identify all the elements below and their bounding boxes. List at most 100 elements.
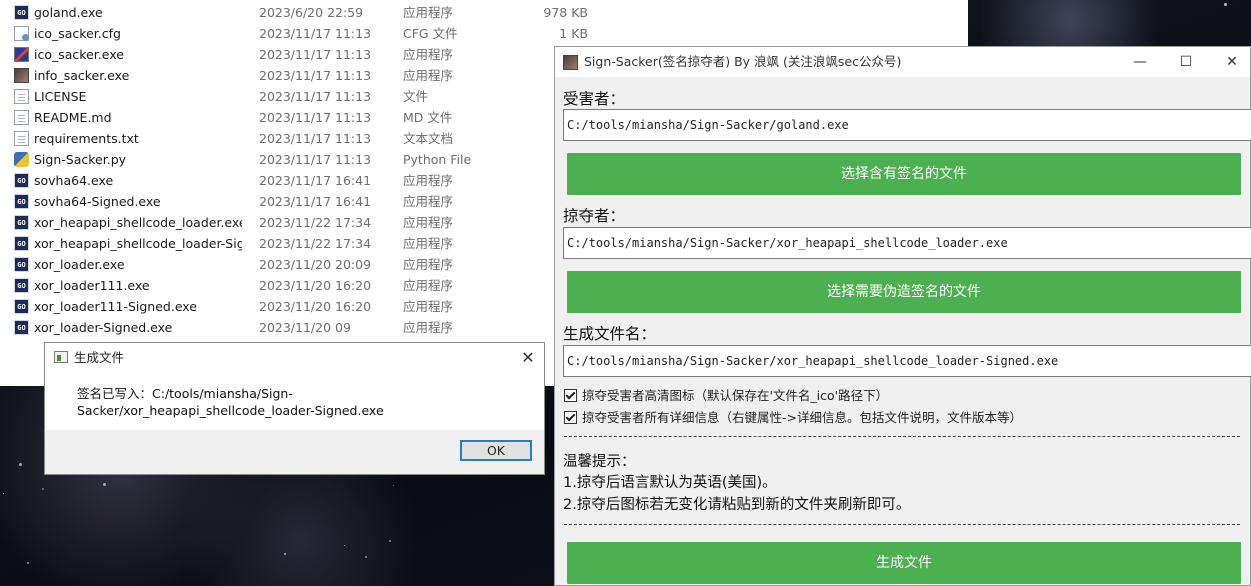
- file-date: 2023/11/17 11:13: [259, 68, 372, 83]
- image-app-icon: [14, 68, 29, 83]
- app-icon: [563, 55, 578, 70]
- maximize-button[interactable]: ☐: [1163, 47, 1209, 77]
- star: [365, 556, 367, 558]
- file-date: 2023/11/17 11:13: [259, 110, 372, 125]
- file-type: 应用程序: [403, 68, 454, 83]
- dialog-title: 生成文件: [74, 350, 125, 365]
- file-type: 应用程序: [403, 257, 454, 272]
- victim-label: 受害者：: [563, 90, 626, 108]
- go-app-icon: GO: [14, 5, 29, 20]
- file-type: 应用程序: [403, 236, 454, 251]
- file-name: Sign-Sacker.py: [34, 152, 127, 167]
- victim-path-input[interactable]: C:/tools/miansha/Sign-Sacker/goland.exe: [563, 109, 1251, 141]
- go-app-icon: GO: [14, 236, 29, 251]
- file-date: 2023/6/20 22:59: [259, 5, 364, 20]
- go-app-icon: GO: [14, 278, 29, 293]
- file-name: goland.exe: [34, 5, 103, 20]
- file-name: xor_heapapi_shellcode_loader-Sig...: [34, 236, 242, 251]
- output-filename-input[interactable]: C:/tools/miansha/Sign-Sacker/xor_heapapi…: [563, 345, 1251, 377]
- file-size: 978 KB: [543, 5, 588, 20]
- select-plunder-button[interactable]: 选择需要伪造签名的文件: [567, 271, 1241, 313]
- steal-info-checkbox[interactable]: 掠夺受害者所有详细信息（右键属性->详细信息。包括文件说明，文件版本等）: [564, 407, 1022, 426]
- file-date: 2023/11/20 20:09: [259, 257, 372, 272]
- checkbox-checked-icon[interactable]: [564, 389, 577, 402]
- divider-top: [564, 436, 1240, 437]
- file-date: 2023/11/17 11:13: [259, 152, 372, 167]
- steal-info-label: 掠夺受害者所有详细信息（右键属性->详细信息。包括文件说明，文件版本等）: [582, 410, 1022, 425]
- sign-sacker-window: Sign-Sacker(签名掠夺者) By 浪飒 (关注浪飒sec公众号) — …: [554, 46, 1251, 586]
- generate-file-button[interactable]: 生成文件: [567, 542, 1241, 584]
- tips-title: 温馨提示：: [563, 454, 636, 470]
- star: [389, 540, 391, 542]
- steal-icon-checkbox[interactable]: 掠夺受害者高清图标（默认保存在'文件名_ico'路径下）: [564, 385, 888, 404]
- divider-bottom: [564, 524, 1240, 525]
- document-icon: [14, 89, 29, 104]
- file-date: 2023/11/20 09: [259, 320, 351, 335]
- go-app-icon: GO: [14, 257, 29, 272]
- file-name: xor_loader111.exe: [34, 278, 150, 293]
- go-app-icon: GO: [14, 320, 29, 335]
- file-type: 应用程序: [403, 299, 454, 314]
- window-titlebar[interactable]: Sign-Sacker(签名掠夺者) By 浪飒 (关注浪飒sec公众号) — …: [555, 47, 1250, 77]
- star: [42, 488, 44, 490]
- document-icon: [14, 110, 29, 125]
- ok-button[interactable]: OK: [460, 440, 532, 461]
- file-type: 应用程序: [403, 194, 454, 209]
- go-app-icon: GO: [14, 299, 29, 314]
- file-type: 应用程序: [403, 278, 454, 293]
- star: [284, 553, 286, 555]
- close-button[interactable]: ✕: [1209, 47, 1251, 77]
- dialog-app-icon: [54, 351, 68, 363]
- generate-file-dialog: 生成文件 ✕ 签名已写入：C:/tools/miansha/Sign-Sacke…: [44, 342, 545, 475]
- file-type: 文本文档: [403, 131, 454, 146]
- file-name: sovha64-Signed.exe: [34, 194, 161, 209]
- file-name: ico_sacker.cfg: [34, 26, 121, 41]
- star: [344, 545, 345, 546]
- text-file-icon: [14, 131, 29, 146]
- star: [1224, 3, 1227, 6]
- file-date: 2023/11/20 16:20: [259, 299, 372, 314]
- star: [103, 483, 106, 486]
- file-name: README.md: [34, 110, 112, 125]
- file-type: 应用程序: [403, 47, 454, 62]
- tip-2: 2.掠夺后图标若无变化请粘贴到新的文件夹刷新即可。: [563, 497, 911, 513]
- file-type: Python File: [403, 152, 472, 167]
- dialog-message: 签名已写入：C:/tools/miansha/Sign-Sacker/xor_h…: [77, 386, 384, 418]
- file-size: 1 KB: [559, 26, 588, 41]
- file-type: 应用程序: [403, 173, 454, 188]
- ico-app-icon: [14, 47, 29, 62]
- plunder-label: 掠夺者：: [563, 207, 626, 225]
- file-type: MD 文件: [403, 110, 453, 125]
- config-file-icon: [14, 26, 29, 41]
- output-label: 生成文件名：: [563, 325, 657, 343]
- checkbox-checked-icon[interactable]: [564, 411, 577, 424]
- file-name: xor_heapapi_shellcode_loader.exe: [34, 215, 242, 230]
- file-date: 2023/11/17 16:41: [259, 173, 372, 188]
- file-type: 文件: [403, 89, 429, 104]
- file-name: sovha64.exe: [34, 173, 114, 188]
- file-row[interactable]: ico_sacker.cfg 2023/11/17 11:13 CFG 文件 1 KB: [0, 23, 968, 44]
- dialog-footer: OK: [45, 430, 544, 474]
- dialog-close-icon[interactable]: ✕: [518, 343, 538, 373]
- go-app-icon: GO: [14, 194, 29, 209]
- file-row[interactable]: GO goland.exe 2023/6/20 22:59 应用程序 978 KB: [0, 2, 968, 23]
- star: [3, 493, 4, 494]
- go-app-icon: GO: [14, 215, 29, 230]
- plunder-path-input[interactable]: C:/tools/miansha/Sign-Sacker/xor_heapapi…: [563, 227, 1251, 259]
- file-type: 应用程序: [403, 215, 454, 230]
- star: [19, 463, 22, 466]
- tip-1: 1.掠夺后语言默认为英语(美国)。: [563, 475, 777, 491]
- go-app-icon: GO: [14, 173, 29, 188]
- select-victim-button[interactable]: 选择含有签名的文件: [567, 153, 1241, 195]
- python-file-icon: [14, 152, 29, 167]
- file-date: 2023/11/17 11:13: [259, 89, 372, 104]
- file-date: 2023/11/17 11:13: [259, 47, 372, 62]
- file-name: requirements.txt: [34, 131, 139, 146]
- file-name: xor_loader.exe: [34, 257, 125, 272]
- file-name: LICENSE: [34, 89, 87, 104]
- file-name: info_sacker.exe: [34, 68, 130, 83]
- file-type: 应用程序: [403, 320, 454, 335]
- window-title: Sign-Sacker(签名掠夺者) By 浪飒 (关注浪飒sec公众号): [584, 54, 902, 69]
- minimize-button[interactable]: —: [1117, 47, 1163, 77]
- file-date: 2023/11/22 17:34: [259, 215, 372, 230]
